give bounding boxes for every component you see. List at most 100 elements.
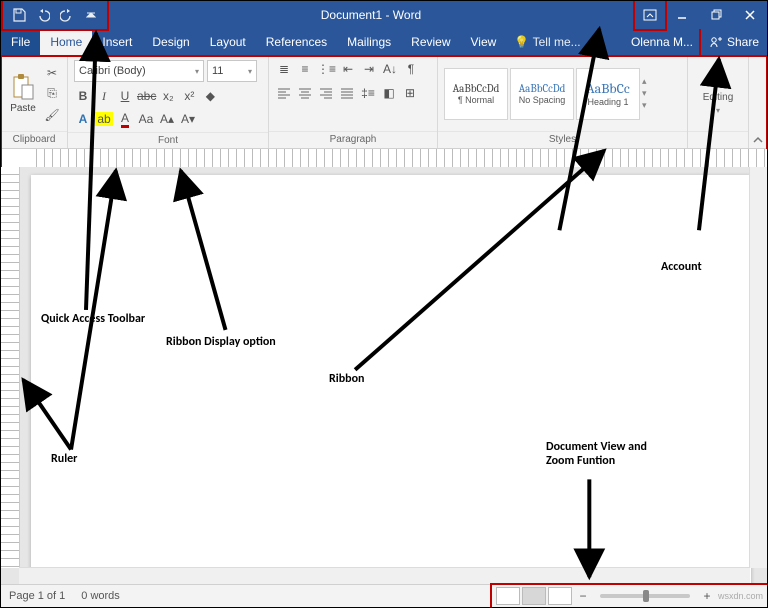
group-paragraph: ≣ ≡ ⋮≡ ⇤ ⇥ A↓ ¶ ‡≡ ◧ ⊞ Par — [269, 56, 438, 148]
editing-label: Editing — [703, 92, 734, 103]
align-center-button[interactable] — [296, 84, 314, 102]
tab-review[interactable]: Review — [401, 29, 460, 55]
paste-icon — [11, 73, 35, 101]
find-icon — [710, 73, 726, 89]
lightbulb-icon: 💡 — [514, 35, 529, 49]
justify-button[interactable] — [338, 84, 356, 102]
minimize-button[interactable] — [665, 1, 699, 29]
account-name[interactable]: Olenna M... — [623, 29, 701, 55]
ruler-vertical[interactable] — [1, 167, 20, 568]
format-painter-button[interactable]: 🖌 — [43, 106, 61, 124]
view-zoom-controls: − + wsxdn.com — [492, 585, 767, 607]
ribbon: Paste ✂ ⎘ 🖌 Clipboard Calibri (Body)▾ 11… — [1, 56, 767, 168]
change-case-button[interactable]: Aa — [137, 110, 155, 128]
font-name-value: Calibri (Body) — [79, 65, 146, 77]
align-left-button[interactable] — [275, 84, 293, 102]
editing-dropdown[interactable]: Editing▾ — [703, 73, 734, 115]
document-area — [1, 167, 767, 585]
quick-access-toolbar — [3, 1, 107, 29]
tell-me-search[interactable]: 💡 Tell me... — [506, 29, 588, 55]
shading-button[interactable]: ◧ — [380, 84, 398, 102]
status-words[interactable]: 0 words — [73, 590, 128, 602]
share-label: Share — [727, 35, 759, 49]
paste-label: Paste — [10, 103, 36, 114]
tell-me-label: Tell me... — [533, 35, 581, 49]
print-layout-button[interactable] — [522, 587, 546, 605]
tab-references[interactable]: References — [256, 29, 337, 55]
show-marks-button[interactable]: ¶ — [402, 60, 420, 78]
tab-design[interactable]: Design — [142, 29, 199, 55]
highlight-button[interactable]: ab — [95, 110, 113, 128]
window-controls — [665, 1, 767, 29]
group-label-editing — [688, 131, 748, 148]
group-font: Calibri (Body)▾ 11▾ B I U abc x₂ x² ◆ A … — [68, 56, 269, 148]
group-label-paragraph: Paragraph — [269, 131, 437, 148]
numbering-button[interactable]: ≡ — [296, 60, 314, 78]
scrollbar-vertical[interactable] — [749, 167, 767, 568]
borders-button[interactable]: ⊞ — [401, 84, 419, 102]
tab-file[interactable]: File — [1, 29, 40, 55]
ribbon-display-options-button[interactable] — [635, 1, 665, 29]
collapse-ribbon-button[interactable] — [749, 56, 767, 148]
styles-more-button[interactable]: ▴▾▾ — [642, 76, 647, 111]
tab-home[interactable]: Home — [40, 29, 92, 55]
zoom-thumb[interactable] — [643, 590, 649, 602]
strike-button[interactable]: abc — [137, 87, 156, 105]
read-mode-button[interactable] — [496, 587, 520, 605]
tab-insert[interactable]: Insert — [92, 29, 142, 55]
subscript-button[interactable]: x₂ — [159, 87, 177, 105]
italic-button[interactable]: I — [95, 87, 113, 105]
cut-button[interactable]: ✂ — [43, 64, 61, 82]
close-button[interactable] — [733, 1, 767, 29]
font-size-select[interactable]: 11▾ — [207, 60, 257, 82]
tab-view[interactable]: View — [461, 29, 507, 55]
ribbon-display-icon — [643, 9, 657, 21]
zoom-slider[interactable] — [600, 594, 690, 598]
text-effects-button[interactable]: A — [74, 110, 92, 128]
save-icon[interactable] — [7, 1, 31, 29]
scrollbar-horizontal[interactable] — [19, 567, 750, 585]
window-title: Document1 - Word — [107, 1, 635, 29]
chevron-up-icon — [752, 134, 764, 146]
status-page[interactable]: Page 1 of 1 — [1, 590, 73, 602]
bold-button[interactable]: B — [74, 87, 92, 105]
copy-button[interactable]: ⎘ — [43, 85, 61, 103]
clear-format-button[interactable]: ◆ — [201, 87, 219, 105]
underline-button[interactable]: U — [116, 87, 134, 105]
qat-customize-icon[interactable] — [79, 1, 103, 29]
undo-icon[interactable] — [31, 1, 55, 29]
restore-button[interactable] — [699, 1, 733, 29]
redo-icon[interactable] — [55, 1, 79, 29]
shrink-font-button[interactable]: A▾ — [179, 110, 197, 128]
zoom-out-button[interactable]: − — [574, 587, 592, 605]
style-heading-1[interactable]: AaBbCcHeading 1 — [576, 68, 640, 120]
font-size-value: 11 — [212, 65, 223, 77]
group-label-clipboard: Clipboard — [1, 131, 67, 148]
tab-mailings[interactable]: Mailings — [337, 29, 401, 55]
decrease-indent-button[interactable]: ⇤ — [339, 60, 357, 78]
share-button[interactable]: Share — [701, 29, 767, 55]
share-icon — [709, 35, 723, 49]
tab-layout[interactable]: Layout — [200, 29, 256, 55]
style-no-spacing[interactable]: AaBbCcDdNo Spacing — [510, 68, 574, 120]
paste-button[interactable]: Paste — [7, 73, 39, 114]
increase-indent-button[interactable]: ⇥ — [360, 60, 378, 78]
document-page[interactable] — [31, 175, 751, 608]
status-bar: Page 1 of 1 0 words − + wsxdn.com — [1, 584, 767, 607]
ribbon-tabs: File Home Insert Design Layout Reference… — [1, 29, 767, 56]
title-bar: Document1 - Word — [1, 1, 767, 29]
grow-font-button[interactable]: A▴ — [158, 110, 176, 128]
ruler-horizontal[interactable] — [29, 149, 767, 168]
bullets-button[interactable]: ≣ — [275, 60, 293, 78]
align-right-button[interactable] — [317, 84, 335, 102]
superscript-button[interactable]: x² — [180, 87, 198, 105]
line-spacing-button[interactable]: ‡≡ — [359, 84, 377, 102]
font-color-button[interactable]: A — [116, 110, 134, 128]
multilevel-button[interactable]: ⋮≡ — [317, 60, 336, 78]
sort-button[interactable]: A↓ — [381, 60, 399, 78]
zoom-in-button[interactable]: + — [698, 587, 716, 605]
group-label-styles: Styles — [438, 131, 687, 148]
font-name-select[interactable]: Calibri (Body)▾ — [74, 60, 204, 82]
style-normal[interactable]: AaBbCcDd¶ Normal — [444, 68, 508, 120]
web-layout-button[interactable] — [548, 587, 572, 605]
